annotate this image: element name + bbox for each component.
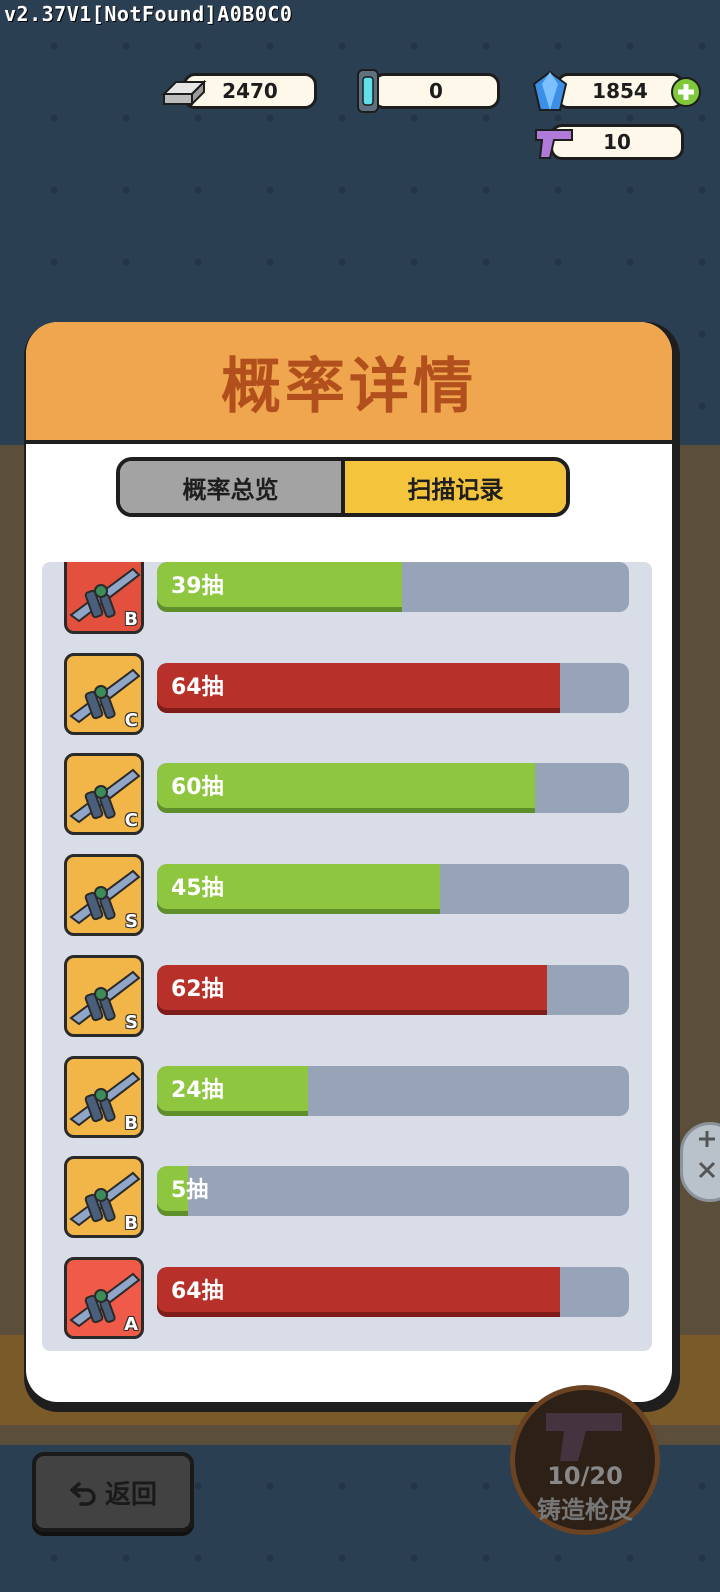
tab-bar: 概率总览 扫描记录	[116, 457, 570, 517]
scan-record-list[interactable]: B 39抽 C 64抽 C 60抽 S 45抽 S 62抽 B 24抽 B 5抽 A 64抽	[42, 562, 652, 1351]
return-arrow-icon	[70, 1482, 96, 1506]
record-row: C 64抽	[42, 652, 652, 745]
draw-count-label: 5抽	[171, 1178, 209, 1204]
add-gem-icon[interactable]	[670, 76, 702, 108]
grade-label: B	[124, 1213, 138, 1235]
gun-skin-icon[interactable]: A	[64, 1256, 144, 1339]
draw-count-bar: 5抽	[157, 1166, 629, 1217]
plus-cross-icon	[698, 1131, 716, 1179]
modal-body: 概率详情 概率总览 扫描记录 B 39抽 C 64抽 C 60抽 S 45抽 S 62抽 B 24抽 B…	[26, 322, 672, 1402]
tab-probability-overview[interactable]: 概率总览	[120, 461, 345, 513]
grade-label: S	[125, 911, 138, 933]
record-row: S 62抽	[42, 954, 652, 1047]
record-row: B 24抽	[42, 1055, 652, 1148]
gem-counter: 1854	[556, 73, 684, 109]
grade-label: C	[124, 810, 138, 832]
forge-count: 10/20	[547, 1462, 623, 1490]
grade-label: B	[124, 609, 138, 630]
side-expand-button[interactable]	[680, 1122, 720, 1202]
draw-count-bar: 45抽	[157, 864, 629, 915]
grade-label: S	[125, 1011, 138, 1033]
grade-label: A	[124, 1313, 138, 1335]
record-row: B 5抽	[42, 1156, 652, 1248]
version-label: v2.37V1[NotFound]A0B0C0	[4, 2, 293, 26]
silver-value: 2470	[222, 79, 278, 103]
back-button-label: 返回	[104, 1479, 157, 1510]
draw-count-label: 62抽	[171, 976, 224, 1002]
draw-count-label: 45抽	[171, 876, 224, 902]
record-row: B 39抽	[42, 562, 652, 644]
record-row: S 45抽	[42, 854, 652, 946]
record-row: A 64抽	[42, 1256, 652, 1349]
grade-label: C	[124, 709, 138, 731]
gun-skin-icon[interactable]: B	[64, 1055, 144, 1138]
draw-count-bar: 64抽	[157, 1266, 629, 1317]
draw-count-bar: 39抽	[157, 562, 629, 612]
grade-label: B	[124, 1112, 138, 1134]
silver-bar-icon	[161, 79, 207, 107]
probability-detail-modal: 概率详情 概率总览 扫描记录 B 39抽 C 64抽 C 60抽 S 45抽 S 62抽 B 24抽 B…	[24, 322, 680, 1412]
back-button[interactable]: 返回	[32, 1452, 194, 1532]
gun-skin-icon[interactable]: B	[64, 1156, 144, 1239]
draw-count-label: 64抽	[171, 1278, 224, 1304]
draw-count-bar: 64抽	[157, 662, 629, 713]
draw-count-bar: 62抽	[157, 964, 629, 1015]
capsule-value: 0	[429, 79, 443, 103]
modal-header: 概率详情	[26, 322, 672, 444]
draw-count-label: 64抽	[171, 674, 224, 700]
draw-count-label: 24抽	[171, 1077, 224, 1103]
draw-count-bar: 24抽	[157, 1065, 629, 1116]
draw-count-label: 39抽	[171, 574, 224, 599]
gun-skin-icon[interactable]: C	[64, 753, 144, 836]
gun-skin-icon[interactable]: B	[64, 562, 144, 634]
gun-skin-icon[interactable]: S	[64, 854, 144, 937]
blue-gem-icon	[532, 70, 568, 111]
capsule-icon	[357, 69, 379, 113]
modal-title: 概率详情	[221, 351, 477, 422]
draw-count-label: 60抽	[171, 775, 224, 801]
gun-ticket-value: 10	[603, 130, 631, 154]
record-row: C 60抽	[42, 753, 652, 845]
forge-pistol-icon	[546, 1413, 622, 1461]
gem-value: 1854	[592, 79, 648, 103]
forge-label: 铸造枪皮	[537, 1496, 633, 1524]
gun-skin-icon[interactable]: C	[64, 652, 144, 735]
pistol-icon	[535, 129, 573, 159]
gun-skin-icon[interactable]: S	[64, 954, 144, 1037]
draw-count-bar: 60抽	[157, 763, 629, 814]
capsule-counter: 0	[372, 73, 500, 109]
tab-scan-records[interactable]: 扫描记录	[345, 461, 566, 513]
